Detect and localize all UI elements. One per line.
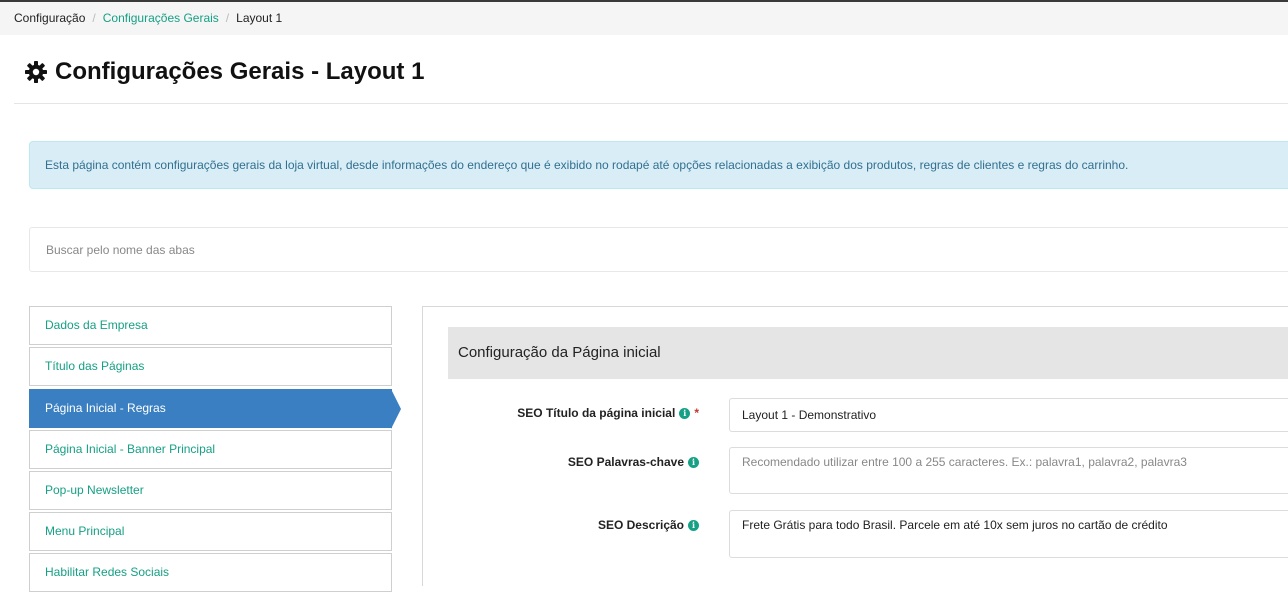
seo-description-label-text: SEO Descrição (597, 518, 684, 532)
breadcrumb-item-configuracoes-gerais[interactable]: Configurações Gerais (103, 11, 219, 25)
divider (14, 103, 1288, 104)
seo-keywords-label-text: SEO Palavras-chave (567, 455, 684, 469)
required-marker: * (694, 406, 699, 420)
seo-title-input[interactable] (729, 398, 1288, 432)
seo-description-textarea[interactable]: Frete Grátis para todo Brasil. Parcele e… (729, 510, 1288, 558)
info-icon[interactable]: i (679, 407, 691, 419)
breadcrumb-separator: / (92, 11, 96, 25)
seo-title-label: SEO Título da página inicial i * (517, 406, 699, 420)
breadcrumb-separator: / (225, 11, 230, 25)
sidebar-item-pagina-inicial-banner-principal[interactable]: Página Inicial - Banner Principal (29, 430, 392, 469)
gear-icon (24, 60, 48, 84)
seo-keywords-label: SEO Palavras-chave i (568, 455, 699, 469)
seo-keywords-textarea[interactable] (729, 447, 1288, 494)
sidebar-item-pagina-inicial-regras[interactable]: Página Inicial - Regras (29, 389, 401, 429)
breadcrumb-item-current: Layout 1 (236, 11, 283, 25)
info-icon[interactable]: i (688, 456, 699, 468)
page-title-text: Configurações Gerais - Layout 1 (55, 58, 425, 85)
page-title: Configurações Gerais - Layout 1 (24, 56, 424, 88)
section-header: Configuração da Página inicial (448, 327, 1288, 379)
breadcrumb: Configuração / Configurações Gerais / Layout… (0, 2, 1288, 35)
sidebar-item-habilitar-redes-sociais[interactable]: Habilitar Redes Sociais (29, 553, 392, 592)
tab-search-input[interactable] (29, 227, 1288, 272)
sidebar-item-titulo-das-paginas[interactable]: Título das Páginas (29, 347, 392, 386)
sidebar-item-dados-da-empresa[interactable]: Dados da Empresa (29, 306, 392, 345)
sidebar-item-menu-principal[interactable]: Menu Principal (29, 512, 392, 551)
info-icon[interactable]: i (688, 519, 699, 531)
section-title: Configuração da Página inicial (458, 344, 661, 361)
sidebar-item-popup-newsletter[interactable]: Pop-up Newsletter (29, 471, 392, 510)
breadcrumb-item-configuracao[interactable]: Configuração (14, 11, 85, 25)
info-alert-text: Esta página contém configurações gerais … (45, 158, 1129, 172)
seo-description-label: SEO Descrição i (598, 518, 699, 532)
info-alert: Esta página contém configurações gerais … (29, 141, 1288, 189)
seo-title-label-text: SEO Título da página inicial (517, 406, 676, 420)
